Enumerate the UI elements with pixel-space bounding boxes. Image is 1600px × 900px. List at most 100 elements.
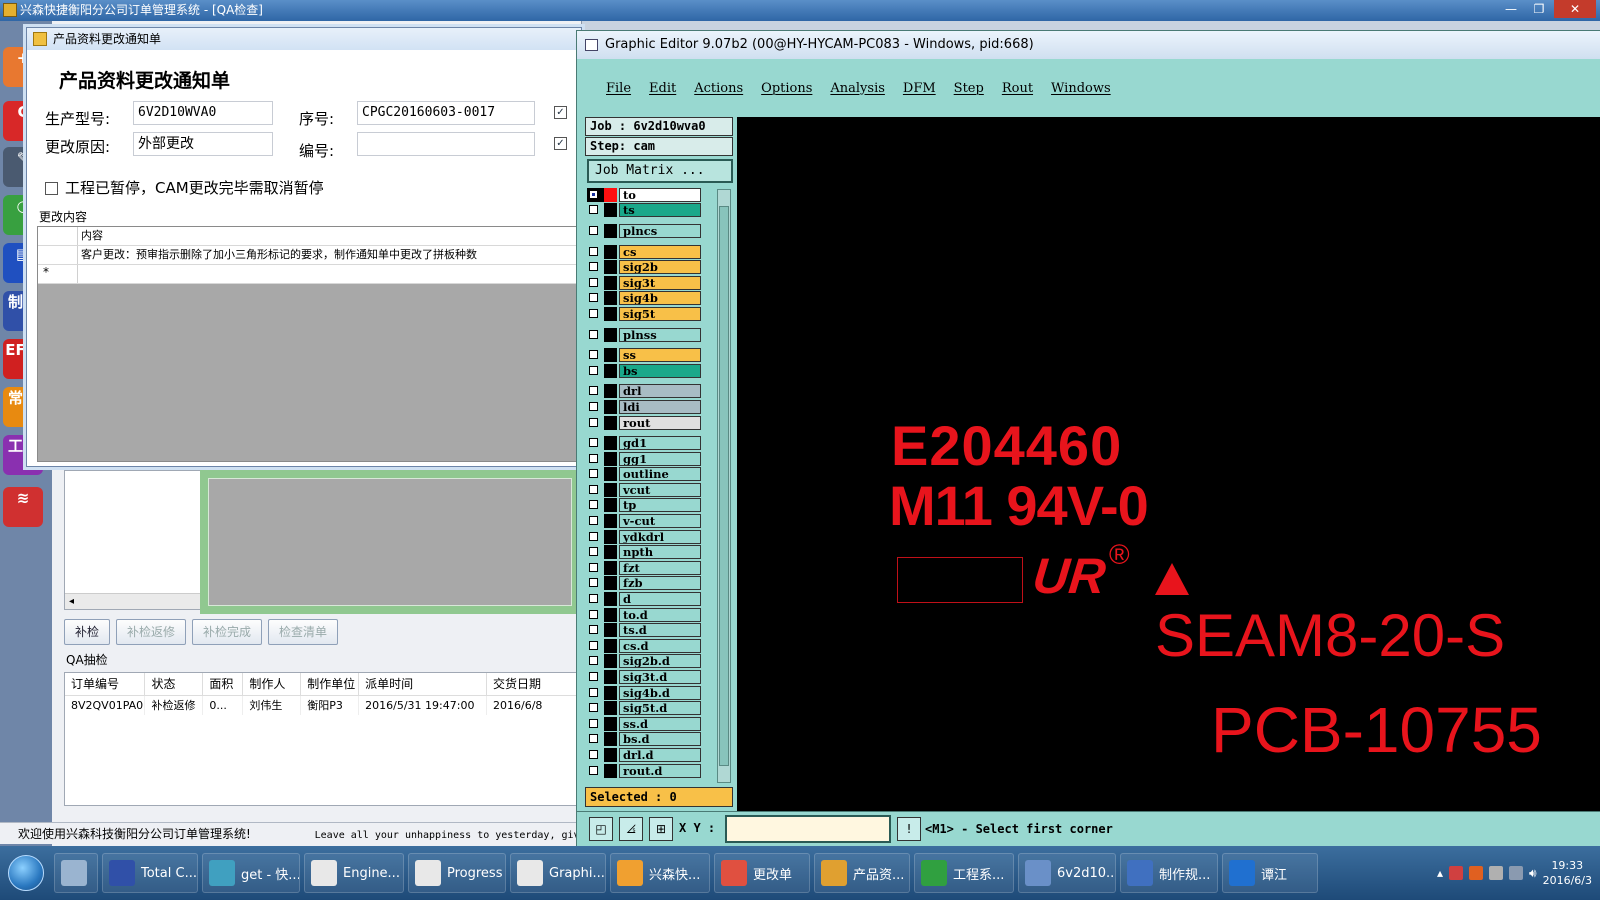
layer-row[interactable]: gg1 xyxy=(587,451,709,467)
layer-color-swatch[interactable] xyxy=(604,363,617,378)
layer-name[interactable]: bs.d xyxy=(619,732,701,747)
layer-name[interactable]: cs xyxy=(619,244,701,259)
layer-color-swatch[interactable] xyxy=(604,654,617,669)
layer-row[interactable]: sig3t xyxy=(587,275,709,291)
layer-row[interactable]: sig4b xyxy=(587,291,709,307)
code-input[interactable] xyxy=(357,132,535,156)
layer-checkbox[interactable] xyxy=(587,670,604,685)
layer-checkbox[interactable] xyxy=(587,260,604,275)
layer-name[interactable]: to.d xyxy=(619,607,701,622)
new-row-cell[interactable] xyxy=(78,265,576,283)
col-maker[interactable]: 制作人 xyxy=(242,673,302,696)
layer-color-swatch[interactable] xyxy=(604,701,617,716)
layer-checkbox[interactable] xyxy=(587,498,604,513)
layer-row[interactable]: fzt xyxy=(587,560,709,576)
xy-input[interactable] xyxy=(725,815,891,843)
maximize-button[interactable]: ❐ xyxy=(1526,0,1552,18)
layer-color-swatch[interactable] xyxy=(604,592,617,607)
layer-name[interactable]: ldi xyxy=(619,399,701,414)
layer-row[interactable]: cs xyxy=(587,244,709,260)
layer-color-swatch[interactable] xyxy=(604,576,617,591)
layer-checkbox[interactable] xyxy=(587,327,604,342)
layer-checkbox[interactable] xyxy=(587,348,604,363)
layer-row[interactable]: sig5t.d xyxy=(587,700,709,716)
layer-color-swatch[interactable] xyxy=(604,306,617,321)
layer-checkbox[interactable] xyxy=(587,384,604,399)
layer-name[interactable]: to xyxy=(619,187,701,202)
layer-row[interactable]: ss.d xyxy=(587,716,709,732)
layer-checkbox[interactable] xyxy=(587,275,604,290)
taskbar-button[interactable]: 谭江 xyxy=(1222,853,1318,893)
layer-row[interactable]: bs xyxy=(587,363,709,379)
layer-name[interactable]: tp xyxy=(619,498,701,513)
layer-name[interactable]: gg1 xyxy=(619,451,701,466)
recheck-done-button[interactable]: 补检完成 xyxy=(192,619,263,645)
layer-color-swatch[interactable] xyxy=(604,244,617,259)
menu-rout[interactable]: Rout xyxy=(993,81,1042,96)
layer-checkbox[interactable] xyxy=(587,529,604,544)
layer-color-swatch[interactable] xyxy=(604,763,617,778)
layer-row[interactable]: sig3t.d xyxy=(587,669,709,685)
layer-name[interactable]: sig4b xyxy=(619,291,701,306)
layer-color-swatch[interactable] xyxy=(604,187,617,202)
col-delivery-date[interactable]: 交货日期 xyxy=(486,673,577,696)
recheck-repair-button[interactable]: 补检返修 xyxy=(116,619,187,645)
taskbar-button[interactable]: 兴森快... xyxy=(610,853,710,893)
layer-row[interactable]: drl.d xyxy=(587,747,709,763)
tray-weibo-icon[interactable] xyxy=(1469,866,1484,880)
layer-row[interactable]: vcut xyxy=(587,482,709,498)
recheck-button[interactable]: 补检 xyxy=(64,619,111,645)
layer-row[interactable]: ts.d xyxy=(587,622,709,638)
layer-checkbox[interactable] xyxy=(587,607,604,622)
layer-name[interactable]: ts.d xyxy=(619,623,701,638)
col-order-no[interactable]: 订单编号 xyxy=(65,673,146,696)
layer-row[interactable]: ydkdrl xyxy=(587,529,709,545)
layer-checkbox[interactable] xyxy=(587,747,604,762)
graphic-editor-titlebar[interactable]: Graphic Editor 9.07b2 (00@HY-HYCAM-PC083… xyxy=(577,31,1600,59)
layer-checkbox[interactable] xyxy=(587,592,604,607)
layer-name[interactable]: v-cut xyxy=(619,514,701,529)
measure-tool-icon[interactable]: ⦞ xyxy=(619,817,643,841)
layer-checkbox[interactable] xyxy=(587,399,604,414)
layer-name[interactable]: plncs xyxy=(619,223,701,238)
layer-row[interactable]: rout xyxy=(587,415,709,431)
layer-color-swatch[interactable] xyxy=(604,747,617,762)
layer-checkbox[interactable] xyxy=(587,560,604,575)
taskbar-button[interactable]: 工程系... xyxy=(914,853,1014,893)
taskbar-button[interactable]: 产品资... xyxy=(814,853,910,893)
layer-color-swatch[interactable] xyxy=(604,415,617,430)
seq-input[interactable]: CPGC20160603-0017 xyxy=(357,101,535,125)
layer-name[interactable]: sig4b.d xyxy=(619,685,701,700)
layer-name[interactable]: sig5t.d xyxy=(619,701,701,716)
taskbar-button[interactable]: 制作规... xyxy=(1120,853,1218,893)
content-cell[interactable]: 客户更改：预审指示删除了加小三角形标记的要求，制作通知单中更改了拼板种数 xyxy=(78,246,576,264)
alert-icon[interactable]: ! xyxy=(897,817,921,841)
layer-row[interactable]: npth xyxy=(587,544,709,560)
close-button[interactable]: ✕ xyxy=(1554,0,1596,18)
layer-checkbox[interactable] xyxy=(587,244,604,259)
layer-scrollbar[interactable] xyxy=(717,189,731,783)
clock[interactable]: 19:33 2016/6/3 xyxy=(1543,858,1592,888)
layer-row[interactable]: fzb xyxy=(587,576,709,592)
layer-color-swatch[interactable] xyxy=(604,291,617,306)
menu-edit[interactable]: Edit xyxy=(640,81,685,96)
layer-color-swatch[interactable] xyxy=(604,223,617,238)
layer-row[interactable]: d xyxy=(587,591,709,607)
layer-checkbox[interactable] xyxy=(587,223,604,238)
layer-name[interactable]: sig5t xyxy=(619,306,701,321)
col-content[interactable]: 内容 xyxy=(78,227,576,245)
taskbar-button[interactable] xyxy=(54,853,98,893)
job-matrix-button[interactable]: Job Matrix ... xyxy=(587,159,733,183)
layer-name[interactable]: rout xyxy=(619,415,701,430)
layer-row[interactable]: cs.d xyxy=(587,638,709,654)
layer-color-swatch[interactable] xyxy=(604,732,617,747)
layer-row[interactable]: ss xyxy=(587,347,709,363)
layer-color-swatch[interactable] xyxy=(604,399,617,414)
layer-row[interactable]: sig2b xyxy=(587,259,709,275)
table-row[interactable]: 8V2QV01PA0 补检返修 0... 刘伟生 衡阳P3 2016/5/31 … xyxy=(65,695,577,715)
layer-checkbox[interactable] xyxy=(587,363,604,378)
menu-step[interactable]: Step xyxy=(945,81,993,96)
layer-name[interactable]: npth xyxy=(619,545,701,560)
layer-name[interactable]: drl xyxy=(619,384,701,399)
layer-name[interactable]: ss.d xyxy=(619,716,701,731)
